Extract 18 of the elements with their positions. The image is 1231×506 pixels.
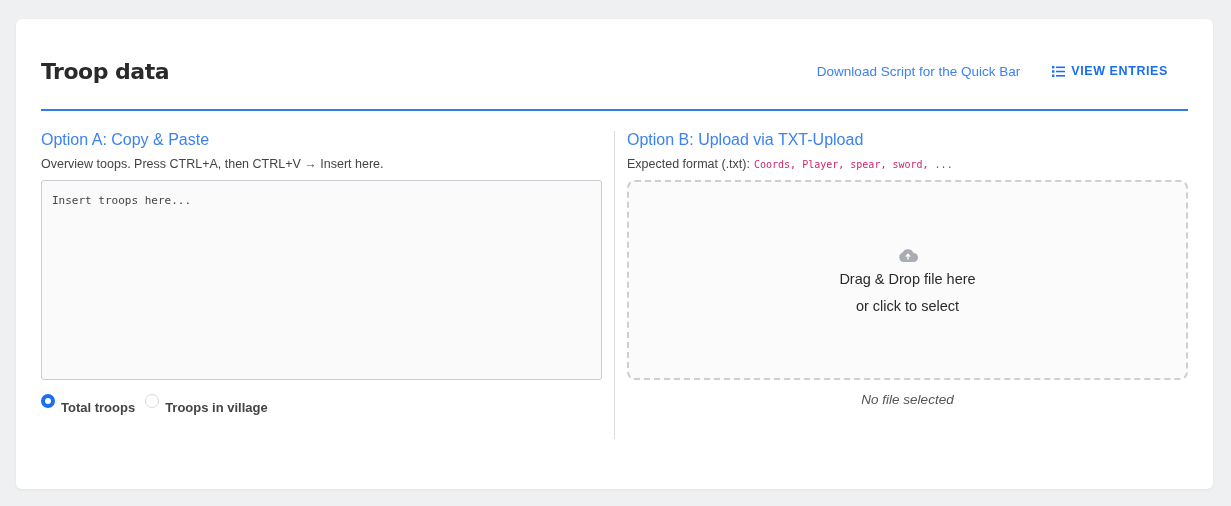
drop-text: or click to select (855, 297, 960, 316)
format-label: Expected format (.txt): (627, 157, 750, 171)
list-icon (1052, 65, 1066, 77)
radio-label[interactable]: Total troops (61, 400, 136, 415)
page-title: Troop data (41, 58, 170, 84)
section-title: Option B: Upload via TXT-Upload (627, 131, 865, 149)
radio-label[interactable]: Troops in village (165, 400, 268, 415)
instruction-text: Overview toops. Press CTRL+A, then CTRL+V → Insert here. (41, 157, 385, 171)
section-title: Option A: Copy & Paste (41, 131, 211, 149)
cloud-upload-icon (897, 248, 918, 262)
file-status-text: No file selected (860, 392, 955, 407)
file-drop-zone[interactable]: Drag & Drop file here or click to select (627, 180, 1188, 380)
drop-text: Drag & Drop file here (839, 270, 976, 289)
download-link[interactable]: Download Script for the Quick Bar (816, 63, 1021, 79)
view-entries-button[interactable]: VIEW ENTRIES (1052, 64, 1168, 78)
format-example: Coords, Player, spear, sword, ... (753, 159, 953, 170)
radio-button[interactable] (41, 394, 55, 408)
troops-input-field[interactable]: Insert troops here... (41, 180, 602, 380)
